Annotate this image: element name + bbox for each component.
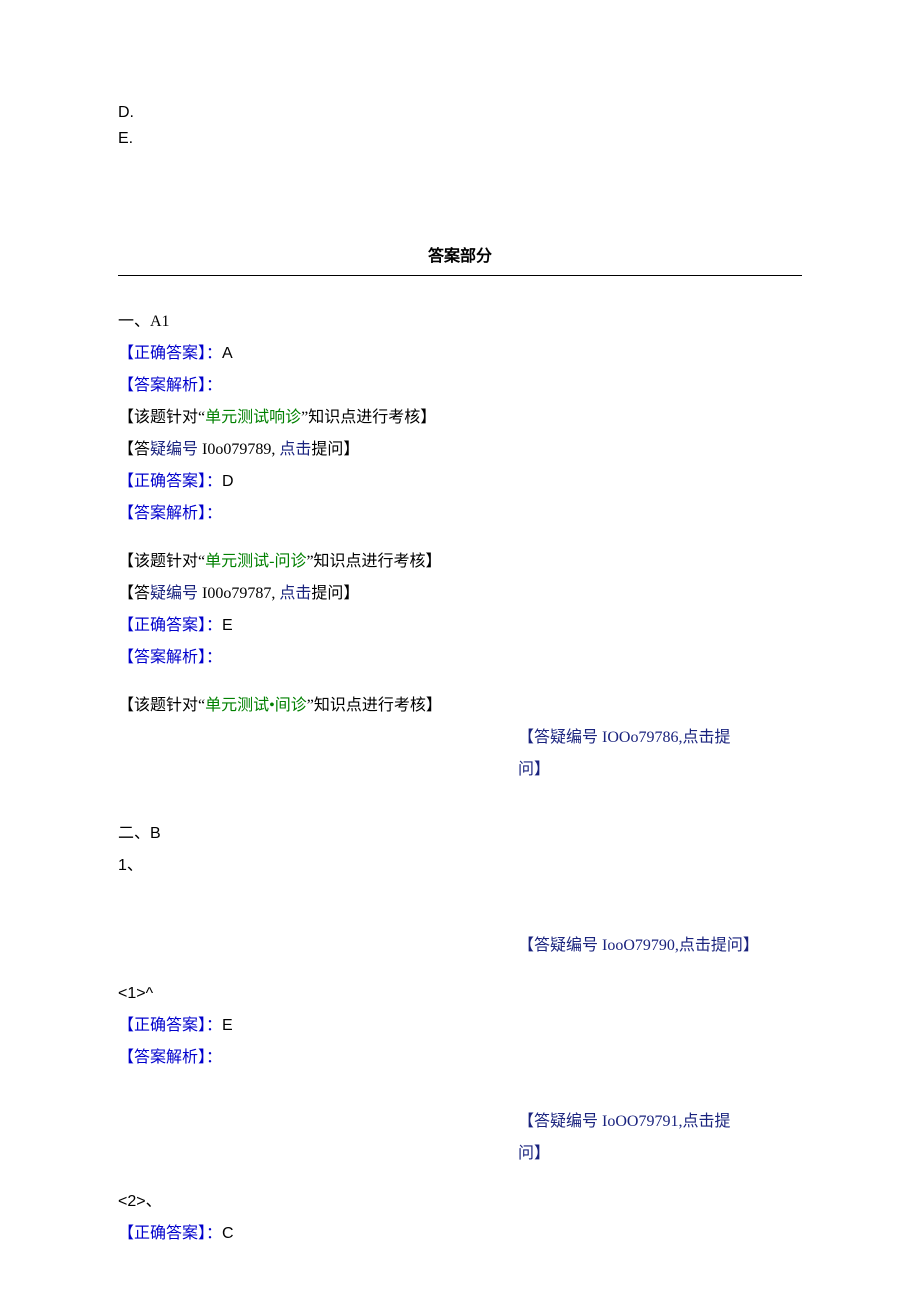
qa-id-a1-3: IOOo79786, [602, 729, 682, 746]
qa-click-link[interactable]: ,点击提 [678, 1113, 730, 1130]
answer-a1-2: D [222, 473, 234, 490]
answer-b-2: C [222, 1225, 234, 1242]
topic-close: ”知识点进行考核】 [307, 697, 442, 714]
topic-a1-2: 单元测试-问诊 [205, 553, 306, 570]
qa-ask: 提问】 [311, 585, 359, 602]
label-analysis: 【答案解析】： [118, 1049, 222, 1066]
qa-open-full: 【答疑编号 [518, 937, 602, 954]
qa-id-b-2: IoOO79791 [602, 1113, 678, 1130]
qa-open-full: 【答疑编号 [518, 729, 602, 746]
topic-open: 【该题针对“ [118, 697, 205, 714]
qa-click-link[interactable]: ,点击提问】 [675, 937, 759, 954]
qa-open-full: 【答疑编号 [518, 1113, 602, 1130]
label-correct: 【正确答案】： [118, 345, 222, 362]
topic-close: ”知识点进行考核】 [301, 409, 436, 426]
answer-b-1: E [222, 1017, 233, 1034]
qa-click-link[interactable]: 点击 [279, 441, 311, 458]
section-a1-header: 一、A1 [118, 306, 802, 338]
answer-section-title: 答案部分 [428, 241, 492, 273]
label-analysis: 【答案解析】： [118, 377, 222, 394]
qa-id-a1-1: I0o079789 [202, 441, 271, 458]
b-num-1: 1、 [118, 850, 802, 882]
qa-mid: 疑编号 [150, 585, 202, 602]
qa-ask: 提问】 [311, 441, 359, 458]
label-correct: 【正确答案】： [118, 617, 222, 634]
qa-open: 【答 [118, 585, 150, 602]
topic-a1-1: 单元测试响诊 [205, 409, 301, 426]
qa-ask-tail: 问】 [518, 1145, 550, 1162]
topic-close: ”知识点进行考核】 [306, 553, 441, 570]
answer-a1-3: E [222, 617, 233, 634]
label-correct: 【正确答案】： [118, 1225, 222, 1242]
qa-ask-tail: 问】 [518, 761, 550, 778]
label-correct: 【正确答案】： [118, 473, 222, 490]
qa-mid: 疑编号 [150, 441, 202, 458]
option-e: E. [118, 126, 802, 152]
qa-id-b-1: IooO79790 [602, 937, 675, 954]
qa-open: 【答 [118, 441, 150, 458]
option-d: D. [118, 100, 802, 126]
answer-a1-1: A [222, 345, 233, 362]
label-analysis: 【答案解析】： [118, 649, 222, 666]
b-sub2-head: <2>、 [118, 1186, 802, 1218]
topic-open: 【该题针对“ [118, 553, 205, 570]
divider [118, 275, 802, 276]
label-analysis: 【答案解析】： [118, 505, 222, 522]
label-correct: 【正确答案】： [118, 1017, 222, 1034]
topic-a1-3: 单元测试•间诊 [205, 697, 307, 714]
qa-click-link[interactable]: 点击提 [682, 729, 730, 746]
qa-id-a1-2: I00o79787 [202, 585, 271, 602]
b-sub1-head: <1>^ [118, 978, 802, 1010]
qa-click-link[interactable]: 点击 [279, 585, 311, 602]
section-b-header: 二、B [118, 818, 802, 850]
topic-open: 【该题针对“ [118, 409, 205, 426]
